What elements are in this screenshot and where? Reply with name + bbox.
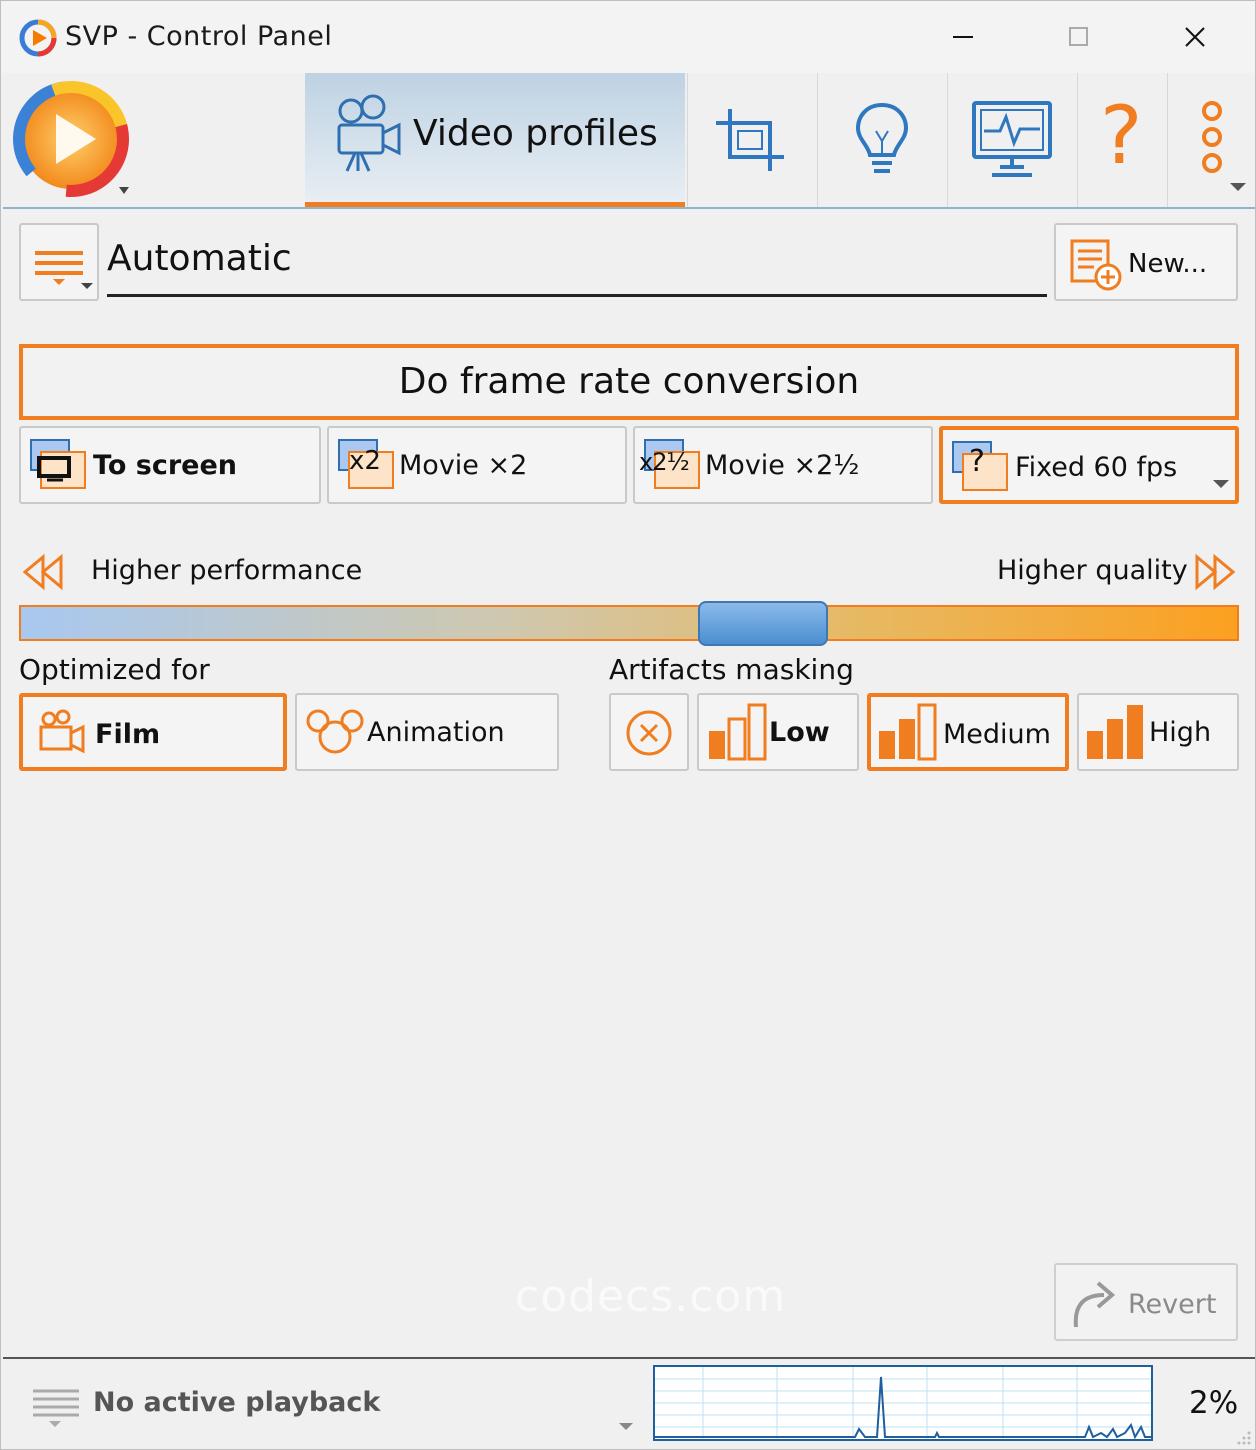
window-title: SVP - Control Panel <box>65 21 333 52</box>
higher-performance-label: Higher performance <box>91 555 363 586</box>
optimized-for-label: Optimized for <box>19 653 210 686</box>
monitor-icon <box>972 101 1052 177</box>
chevron-down-icon[interactable] <box>1211 478 1231 490</box>
minimize-button[interactable] <box>933 11 993 63</box>
frame-rate-conversion-toggle[interactable]: Do frame rate conversion <box>19 344 1239 420</box>
profile-menu-button[interactable] <box>19 223 99 301</box>
playback-status-text: No active playback <box>93 1387 381 1418</box>
crop-icon <box>716 109 784 171</box>
revert-label: Revert <box>1128 1289 1217 1320</box>
video-camera-icon <box>337 94 401 172</box>
tab-more[interactable] <box>1167 73 1255 207</box>
medium-label: Medium <box>943 719 1051 750</box>
svp-app-icon <box>19 19 57 57</box>
new-profile-icon <box>1070 239 1122 291</box>
help-icon: ? <box>1100 89 1143 182</box>
svp-logo-menu-button[interactable] <box>11 77 136 202</box>
high-label: High <box>1149 717 1212 748</box>
svp-logo-icon <box>13 81 129 197</box>
rewind-icon[interactable] <box>21 553 65 591</box>
cpu-graph-plot <box>655 1367 1151 1440</box>
maximize-button[interactable] <box>1049 11 1109 63</box>
mode-movie-x2-5-label: Movie ×2½ <box>705 450 860 481</box>
to-screen-icon <box>30 439 86 489</box>
resize-grip-icon[interactable] <box>1235 1429 1253 1447</box>
revert-button[interactable]: Revert <box>1054 1263 1238 1341</box>
quality-slider-track[interactable] <box>19 605 1239 641</box>
bars-low-icon <box>709 703 767 761</box>
mode-movie-x2-button[interactable]: x2 Movie ×2 <box>327 426 627 504</box>
maximize-icon <box>1069 27 1088 46</box>
fixed-fps-icon-text: ? <box>969 444 985 479</box>
tab-video-profiles[interactable]: Video profiles <box>305 73 685 207</box>
higher-quality-label: Higher quality <box>997 555 1188 586</box>
mode-movie-x2-label: Movie ×2 <box>399 450 528 481</box>
animation-icon <box>306 709 364 754</box>
main-toolbar: Video profiles ? <box>3 73 1255 209</box>
tab-crop[interactable] <box>687 73 817 207</box>
new-profile-label: New... <box>1128 249 1208 279</box>
artifacts-low-button[interactable]: Low <box>697 693 859 771</box>
revert-arrow-icon <box>1073 1281 1116 1328</box>
close-icon <box>1185 27 1205 47</box>
close-button[interactable] <box>1165 11 1225 63</box>
film-camera-icon <box>39 709 85 754</box>
tab-help[interactable]: ? <box>1077 73 1167 207</box>
movie-x2-5-icon-text: x2½ <box>639 448 690 476</box>
minimize-icon <box>953 36 973 38</box>
tab-monitor[interactable] <box>947 73 1077 207</box>
chevron-down-icon[interactable] <box>617 1421 635 1433</box>
tab-lights[interactable] <box>817 73 947 207</box>
optimized-film-button[interactable]: Film <box>19 693 287 771</box>
tab-video-profiles-label: Video profiles <box>413 113 658 154</box>
status-bar: No active playback 2% <box>3 1357 1255 1449</box>
new-profile-button[interactable]: New... <box>1054 223 1238 301</box>
mode-movie-x2-5-button[interactable]: x2½ Movie ×2½ <box>633 426 933 504</box>
cpu-usage-graph <box>653 1365 1153 1441</box>
title-bar: SVP - Control Panel <box>1 1 1255 73</box>
movie-x2-icon-text: x2 <box>349 446 381 476</box>
artifacts-medium-button[interactable]: Medium <box>867 693 1069 771</box>
profile-name-field[interactable]: Automatic <box>107 237 1047 297</box>
fast-forward-icon[interactable] <box>1193 553 1237 591</box>
mode-to-screen-label: To screen <box>93 450 238 481</box>
mode-fixed-fps-button[interactable]: ? Fixed 60 fps <box>939 426 1239 504</box>
chevron-down-icon <box>1230 183 1246 191</box>
more-icon <box>1202 101 1222 173</box>
cpu-percent: 2% <box>1189 1385 1239 1421</box>
mode-fixed-fps-label: Fixed 60 fps <box>1015 452 1178 483</box>
profile-list-icon <box>35 251 93 289</box>
low-label: Low <box>769 717 830 748</box>
off-icon <box>626 710 672 756</box>
lightbulb-icon <box>855 102 909 173</box>
svp-control-panel-window: SVP - Control Panel Video profiles ? Aut… <box>0 0 1256 1450</box>
mode-to-screen-button[interactable]: To screen <box>19 426 321 504</box>
bars-medium-icon <box>879 703 937 761</box>
artifacts-masking-label: Artifacts masking <box>609 653 854 686</box>
optimized-animation-button[interactable]: Animation <box>295 693 559 771</box>
status-menu-icon[interactable] <box>29 1383 83 1433</box>
artifacts-off-button[interactable] <box>609 693 689 771</box>
artifacts-high-button[interactable]: High <box>1077 693 1239 771</box>
watermark: codecs.com <box>515 1271 787 1322</box>
quality-slider-thumb[interactable] <box>698 601 828 646</box>
bars-high-icon <box>1087 705 1143 759</box>
animation-label: Animation <box>367 717 505 748</box>
film-label: Film <box>95 719 161 750</box>
